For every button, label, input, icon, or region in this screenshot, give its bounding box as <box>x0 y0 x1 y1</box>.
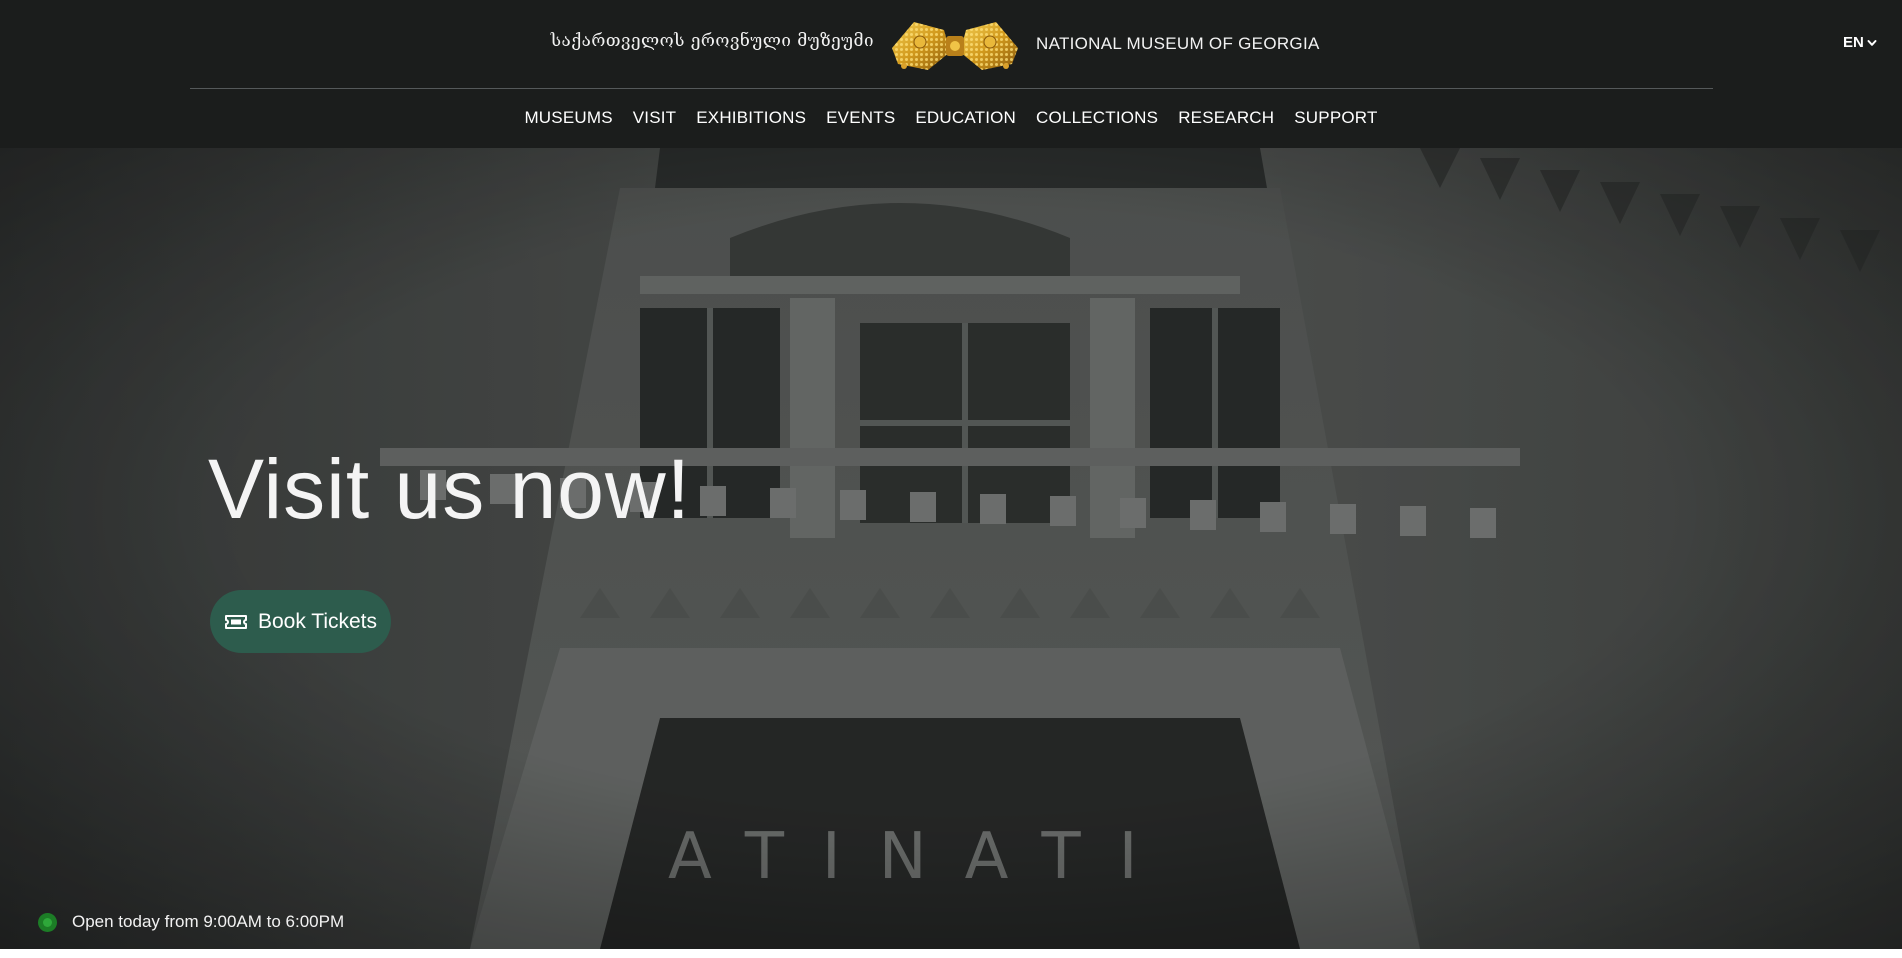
opening-status: Open today from 9:00AM to 6:00PM <box>38 912 344 932</box>
hero-headline: Visit us now! <box>208 442 691 536</box>
opening-hours-text: Open today from 9:00AM to 6:00PM <box>72 912 345 931</box>
language-label: EN <box>1843 34 1864 51</box>
site-title-english[interactable]: NATIONAL MUSEUM OF GEORGIA <box>1036 34 1320 54</box>
nav-item-museums[interactable]: MUSEUMS <box>524 108 612 128</box>
hero-section: ATINATI Visit us now! Book Tickets Open … <box>0 148 1902 949</box>
chevron-down-icon <box>1867 39 1877 46</box>
hero-background-image: ATINATI <box>0 148 1902 949</box>
nav-item-education[interactable]: EDUCATION <box>915 108 1016 128</box>
page-bottom-edge <box>0 949 1902 958</box>
book-tickets-label: Book Tickets <box>257 609 378 633</box>
nav-item-support[interactable]: SUPPORT <box>1294 108 1377 128</box>
nav-item-exhibitions[interactable]: EXHIBITIONS <box>696 108 806 128</box>
book-tickets-button[interactable]: Book Tickets <box>210 590 391 653</box>
main-nav: MUSEUMS VISIT EXHIBITIONS EVENTS EDUCATI… <box>0 108 1902 128</box>
nav-item-research[interactable]: RESEARCH <box>1178 108 1274 128</box>
site-title-georgian[interactable]: საქართველოს ეროვნული მუზეუმი <box>551 31 874 51</box>
nav-item-collections[interactable]: COLLECTIONS <box>1036 108 1158 128</box>
brand-row: საქართველოს ეროვნული მუზეუმი NATIONAL MU… <box>0 0 1902 88</box>
open-status-indicator <box>38 912 57 932</box>
nav-item-events[interactable]: EVENTS <box>826 108 895 128</box>
nav-item-visit[interactable]: VISIT <box>633 108 677 128</box>
golden-ornament-logo[interactable] <box>884 12 1026 74</box>
header-divider <box>190 88 1713 89</box>
site-header: საქართველოს ეროვნული მუზეუმი NATIONAL MU… <box>0 0 1902 148</box>
language-selector[interactable]: EN <box>1843 34 1877 51</box>
ticket-icon <box>224 614 247 629</box>
